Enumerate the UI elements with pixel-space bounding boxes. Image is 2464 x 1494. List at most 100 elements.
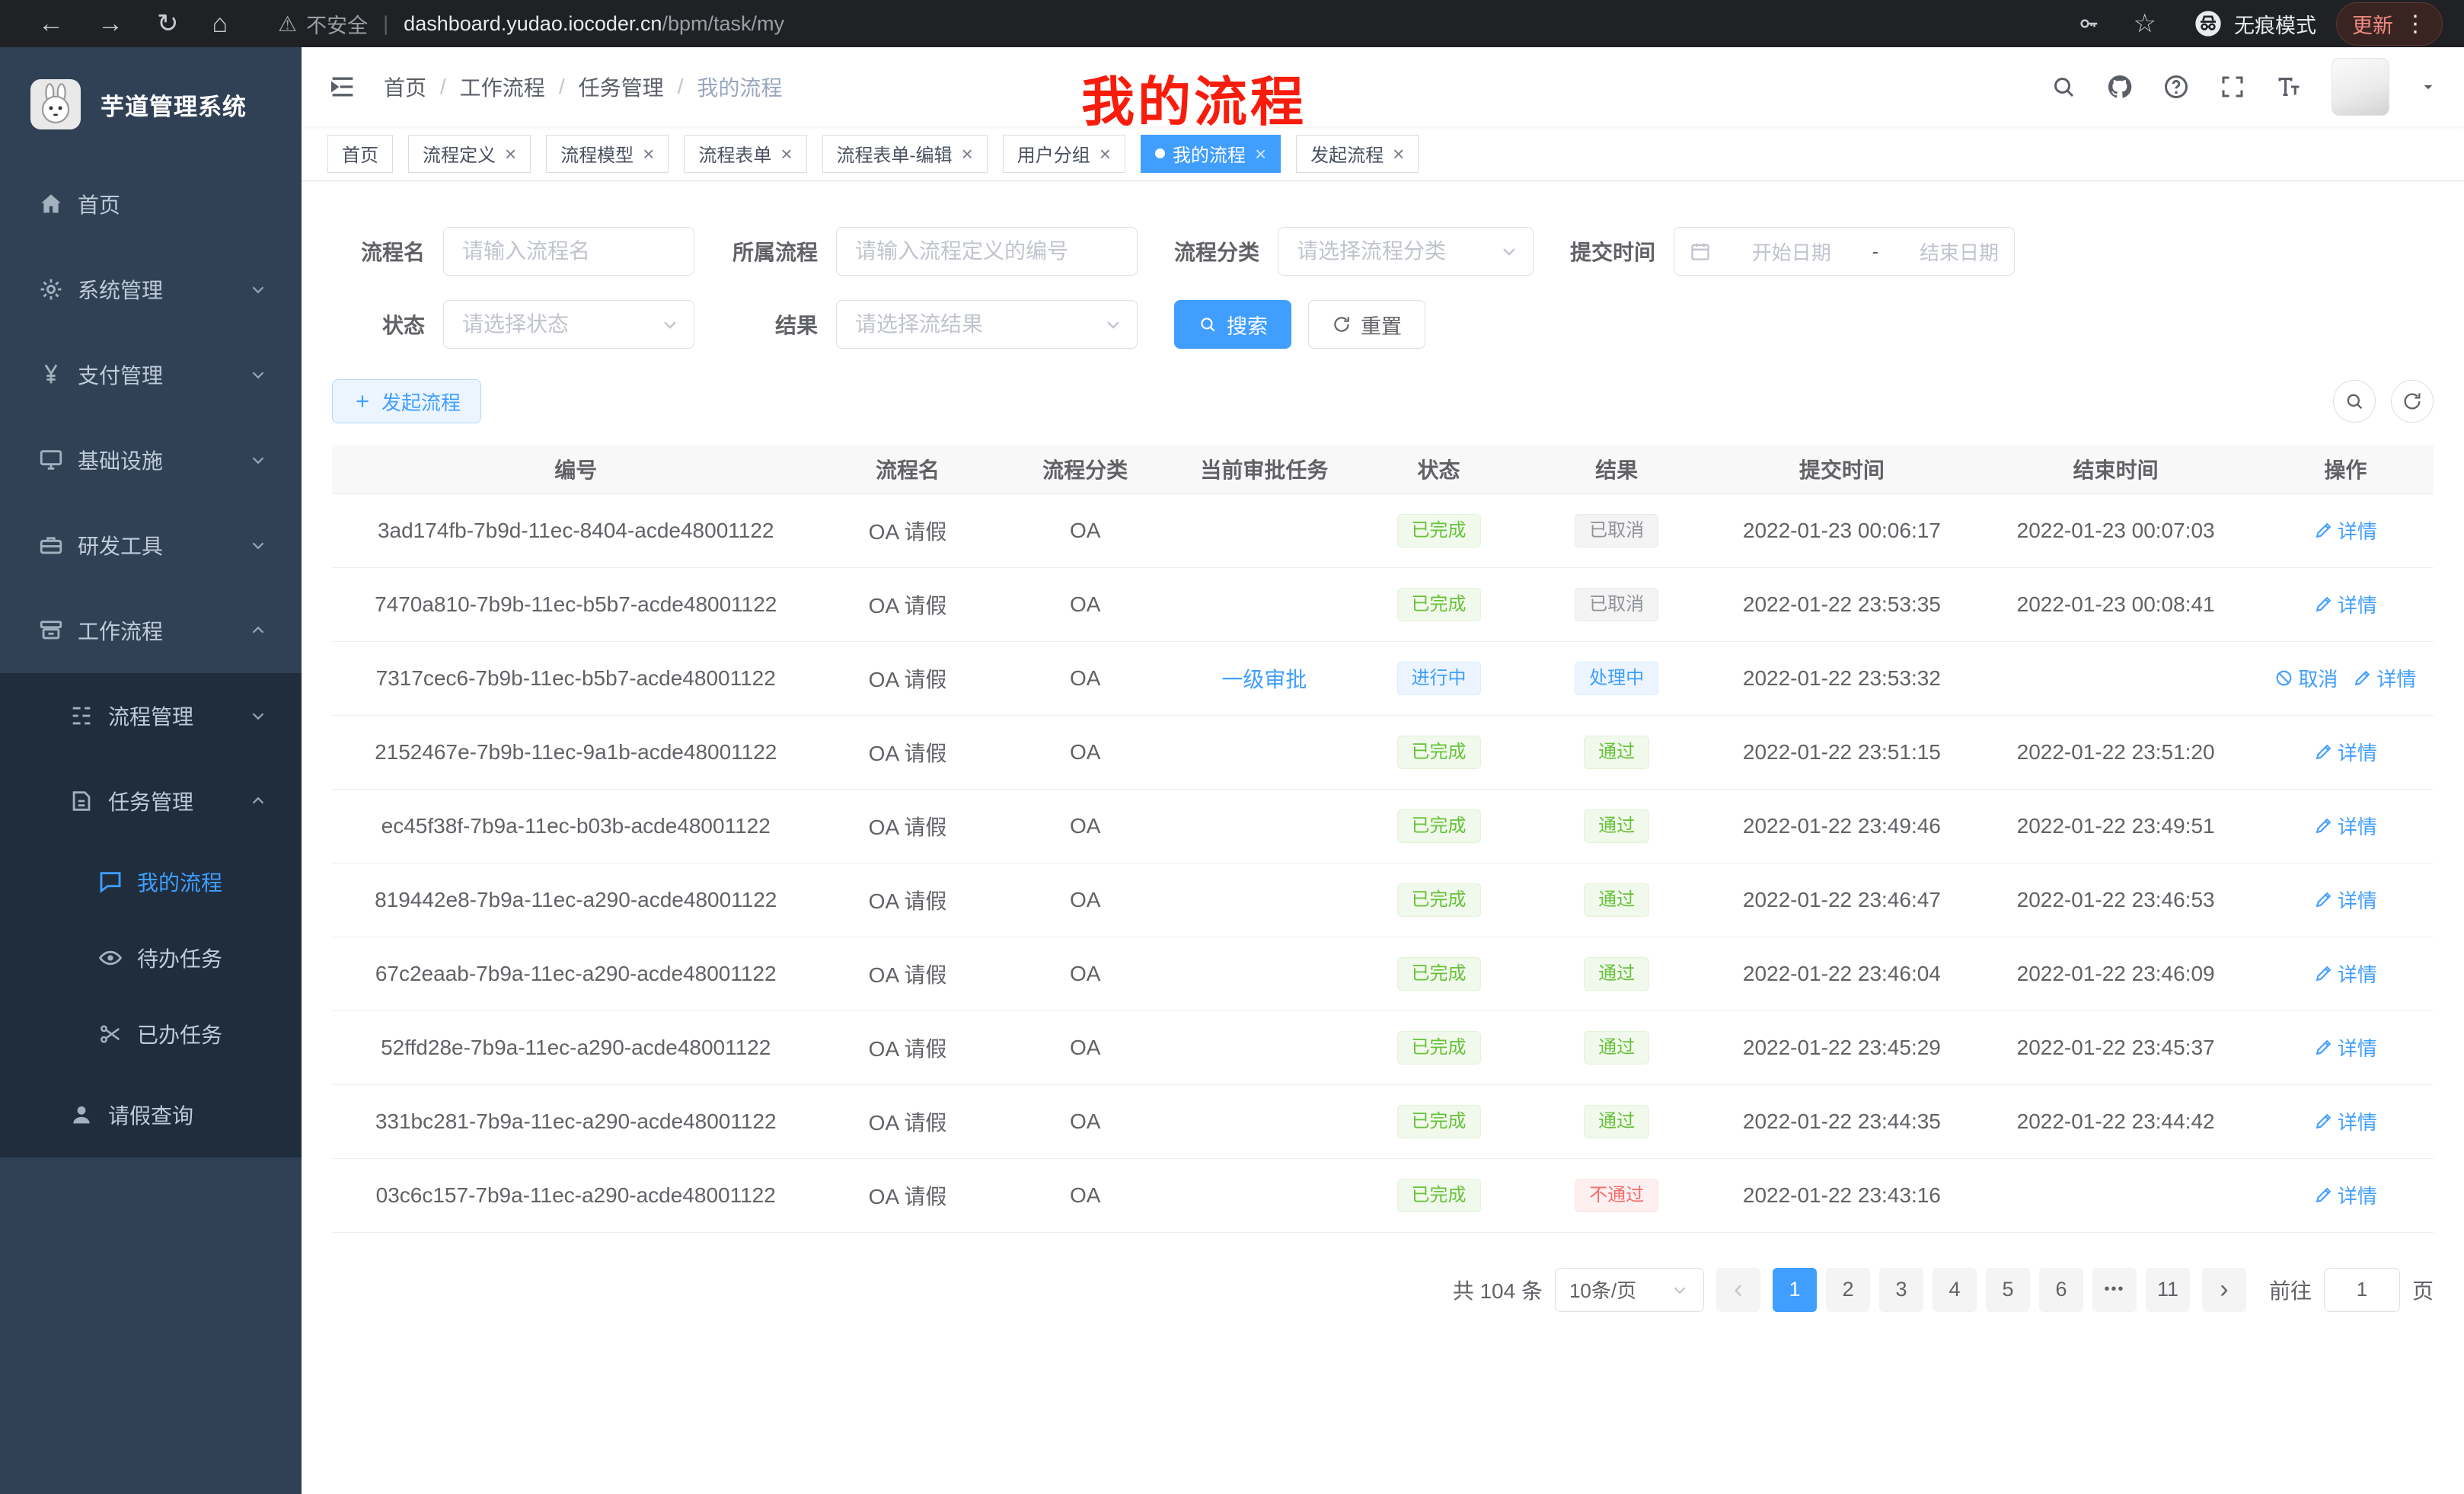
status-select-input[interactable]	[443, 300, 694, 349]
bookmark-star-icon[interactable]: ☆	[2134, 8, 2156, 39]
result-select-input[interactable]	[836, 300, 1138, 349]
sidebar-item-dev-tools[interactable]: 研发工具	[0, 503, 302, 588]
sidebar-item-home[interactable]: 首页	[0, 161, 302, 247]
page-button[interactable]: 4	[1933, 1268, 1977, 1312]
github-icon[interactable]	[2106, 73, 2134, 101]
page-button[interactable]: 11	[2146, 1268, 2190, 1312]
category-select[interactable]	[1278, 227, 1534, 276]
detail-link[interactable]: 详情	[2314, 959, 2377, 988]
search-icon[interactable]	[2050, 73, 2077, 101]
breadcrumb-item[interactable]: 工作流程	[460, 72, 545, 102]
goto-page-input[interactable]	[2324, 1268, 2400, 1312]
address-bar[interactable]: ⚠ 不安全 | dashboard.yudao.iocoder.cn/bpm/t…	[278, 9, 784, 39]
close-icon[interactable]: ×	[1393, 144, 1404, 164]
tab-item[interactable]: 发起流程×	[1296, 135, 1419, 173]
page-button[interactable]: 6	[2039, 1268, 2083, 1312]
detail-link[interactable]: 详情	[2314, 738, 2377, 766]
back-button[interactable]: ←	[38, 9, 64, 39]
detail-link[interactable]: 详情	[2314, 516, 2377, 544]
forward-button[interactable]: →	[97, 9, 123, 39]
table-toolbar: 发起流程	[332, 379, 2434, 423]
plus-icon	[353, 391, 372, 411]
page-button[interactable]: 2	[1826, 1268, 1870, 1312]
cell-category: OA	[996, 863, 1175, 937]
cell-end-time: 2022-01-23 00:07:03	[1974, 493, 2258, 567]
page-size-select[interactable]: 10条/页	[1555, 1268, 1704, 1312]
cell-task	[1175, 567, 1354, 641]
update-button[interactable]: 更新 ⋮	[2336, 2, 2443, 46]
detail-link[interactable]: 详情	[2314, 1107, 2377, 1135]
fullscreen-icon[interactable]	[2219, 73, 2246, 101]
sidebar-item-label: 流程管理	[108, 701, 193, 731]
page-button[interactable]: 3	[1879, 1268, 1923, 1312]
detail-link[interactable]: 详情	[2314, 1033, 2377, 1061]
breadcrumb-item[interactable]: 首页	[384, 72, 426, 102]
create-process-button[interactable]: 发起流程	[332, 379, 481, 423]
close-icon[interactable]: ×	[1255, 144, 1266, 164]
search-button[interactable]: 搜索	[1174, 300, 1291, 349]
reload-button[interactable]: ↻	[157, 8, 179, 39]
cell-result: 不通过	[1524, 1158, 1709, 1232]
page-button[interactable]: 5	[1986, 1268, 2030, 1312]
cell-task	[1175, 937, 1354, 1010]
browser-home-button[interactable]: ⌂	[212, 9, 228, 39]
close-icon[interactable]: ×	[962, 144, 973, 164]
sidebar-item-leave-query[interactable]: 请假查询	[0, 1072, 302, 1157]
category-select-input[interactable]	[1278, 227, 1534, 276]
close-icon[interactable]: ×	[1100, 144, 1111, 164]
detail-link[interactable]: 详情	[2353, 664, 2416, 692]
sidebar-item-process-mgmt[interactable]: 流程管理	[0, 673, 302, 758]
refresh-table-button[interactable]	[2391, 380, 2434, 423]
detail-link[interactable]: 详情	[2314, 1181, 2377, 1209]
detail-link[interactable]: 详情	[2314, 886, 2377, 914]
tab-item[interactable]: 流程表单×	[684, 135, 806, 173]
status-select[interactable]	[443, 300, 694, 349]
cell-name: OA 请假	[819, 789, 995, 863]
sidebar-item-infrastructure[interactable]: 基础设施	[0, 417, 302, 503]
sidebar-item-done-tasks[interactable]: 已办任务	[0, 996, 302, 1072]
cell-status: 已完成	[1354, 493, 1524, 567]
tab-item[interactable]: 流程模型×	[546, 135, 669, 173]
avatar[interactable]	[2332, 58, 2389, 116]
kebab-menu-icon[interactable]: ⋮	[2404, 11, 2427, 37]
page-button[interactable]: 1	[1773, 1268, 1817, 1312]
cell-status: 已完成	[1354, 715, 1524, 789]
help-icon[interactable]	[2162, 73, 2190, 101]
toggle-search-button[interactable]	[2333, 380, 2376, 423]
task-link[interactable]: 一级审批	[1221, 668, 1307, 691]
cell-name: OA 请假	[819, 1158, 995, 1232]
sidebar-item-my-process[interactable]: 我的流程	[0, 844, 302, 920]
status-badge: 已完成	[1397, 588, 1481, 621]
caret-down-icon[interactable]	[2418, 77, 2438, 97]
process-name-input[interactable]	[443, 227, 694, 276]
tab-item[interactable]: 流程表单-编辑×	[822, 135, 988, 173]
process-def-input[interactable]	[836, 227, 1138, 276]
tab-item[interactable]: 流程定义×	[408, 135, 531, 173]
tab-item[interactable]: 首页	[327, 135, 393, 173]
cell-id: 67c2eaab-7b9a-11ec-a290-acde48001122	[332, 937, 819, 1010]
result-select[interactable]	[836, 300, 1138, 349]
close-icon[interactable]: ×	[780, 144, 792, 164]
submit-time-range[interactable]: 开始日期 - 结束日期	[1674, 227, 2015, 276]
sidebar-item-workflow[interactable]: 工作流程	[0, 588, 302, 673]
sidebar-item-label: 已办任务	[137, 1019, 222, 1049]
sidebar-item-payment-mgmt[interactable]: 支付管理	[0, 332, 302, 417]
tab-item[interactable]: 用户分组×	[1003, 135, 1125, 173]
sidebar-item-task-mgmt[interactable]: 任务管理	[0, 758, 302, 844]
detail-link[interactable]: 详情	[2314, 812, 2377, 840]
reset-button[interactable]: 重置	[1308, 300, 1425, 349]
sidebar-item-todo-tasks[interactable]: 待办任务	[0, 920, 302, 996]
next-page-button[interactable]: ›	[2202, 1268, 2246, 1312]
tab-item[interactable]: 我的流程×	[1141, 135, 1281, 173]
breadcrumb-item[interactable]: 任务管理	[579, 72, 664, 102]
detail-link[interactable]: 详情	[2314, 590, 2377, 618]
page-ellipsis[interactable]: •••	[2092, 1268, 2137, 1312]
font-size-icon[interactable]	[2275, 73, 2303, 101]
cancel-link[interactable]: 取消	[2274, 664, 2338, 692]
hamburger-icon[interactable]	[327, 72, 358, 102]
sidebar-item-system-mgmt[interactable]: 系统管理	[0, 247, 302, 332]
key-icon[interactable]	[2077, 12, 2100, 35]
prev-page-button[interactable]: ‹	[1716, 1268, 1760, 1312]
close-icon[interactable]: ×	[643, 144, 654, 164]
close-icon[interactable]: ×	[505, 144, 516, 164]
